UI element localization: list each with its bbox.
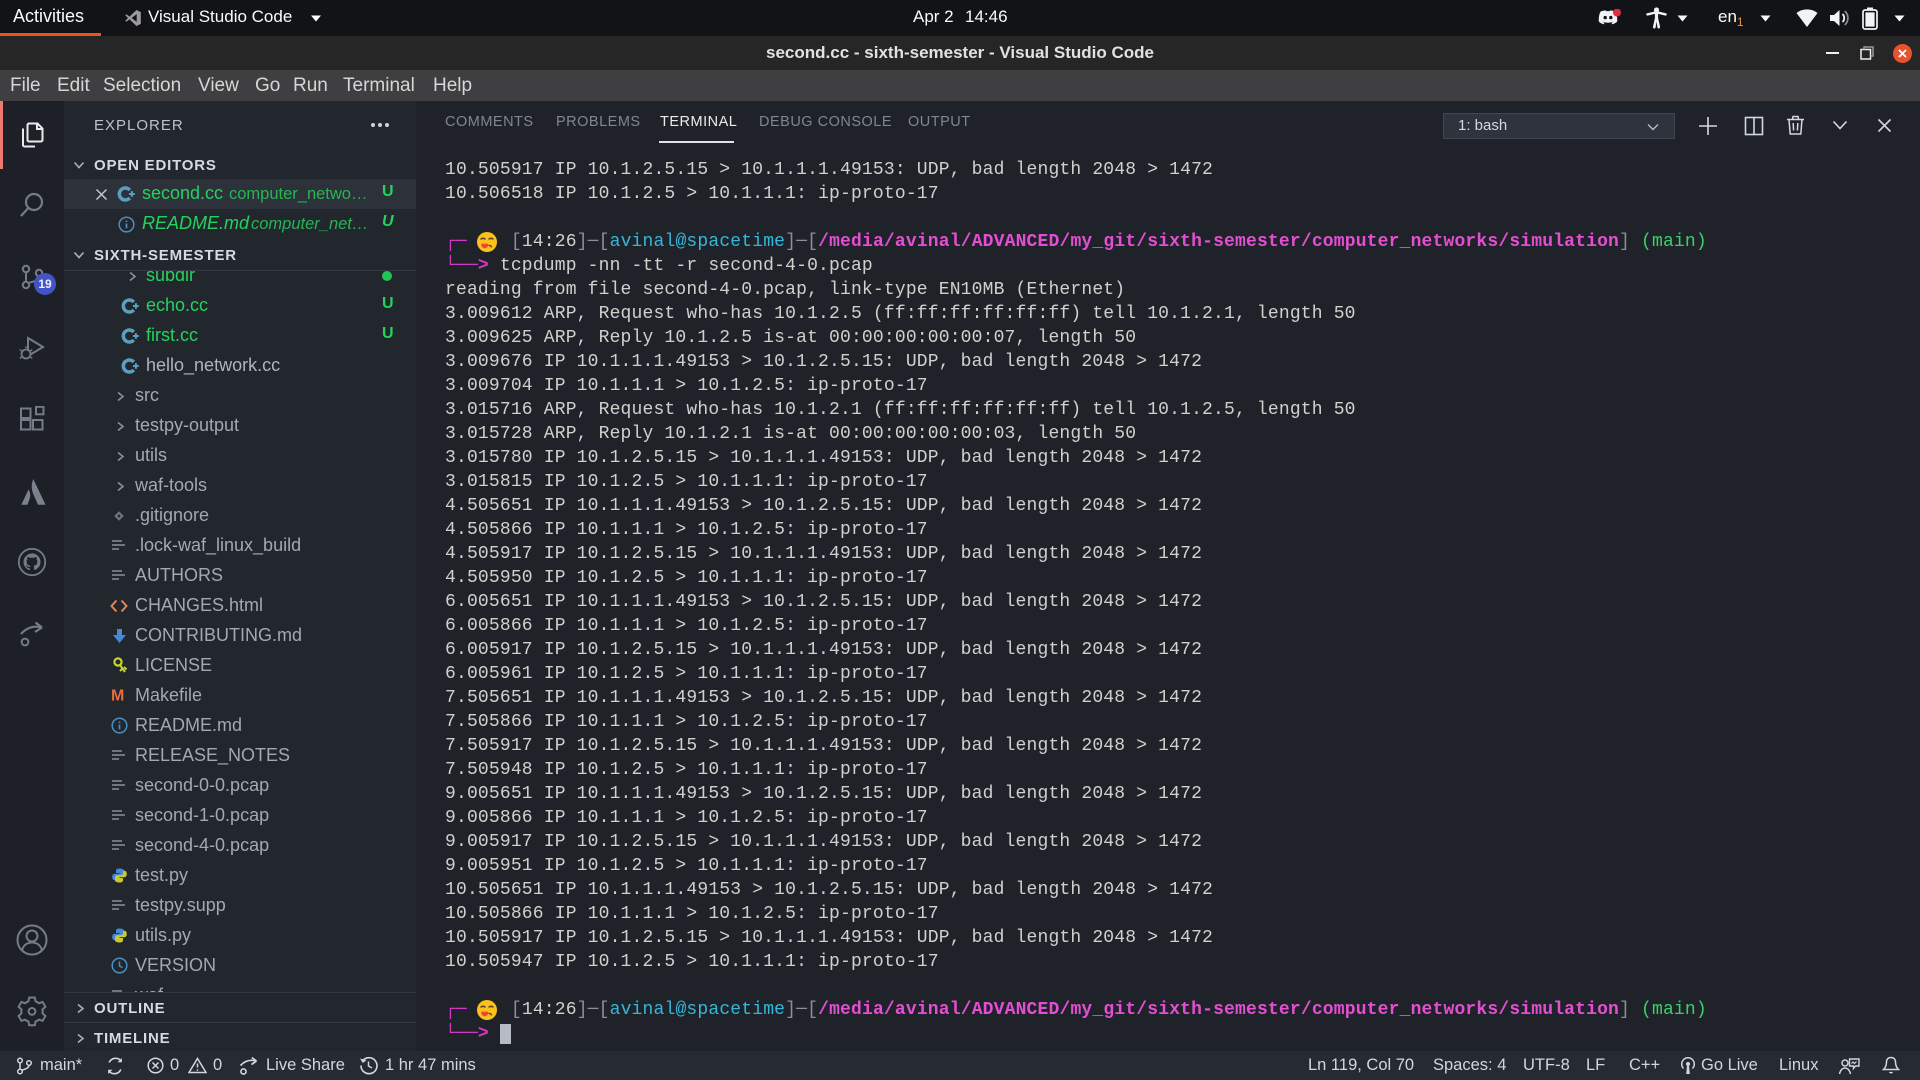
svg-text:M: M — [111, 688, 124, 705]
